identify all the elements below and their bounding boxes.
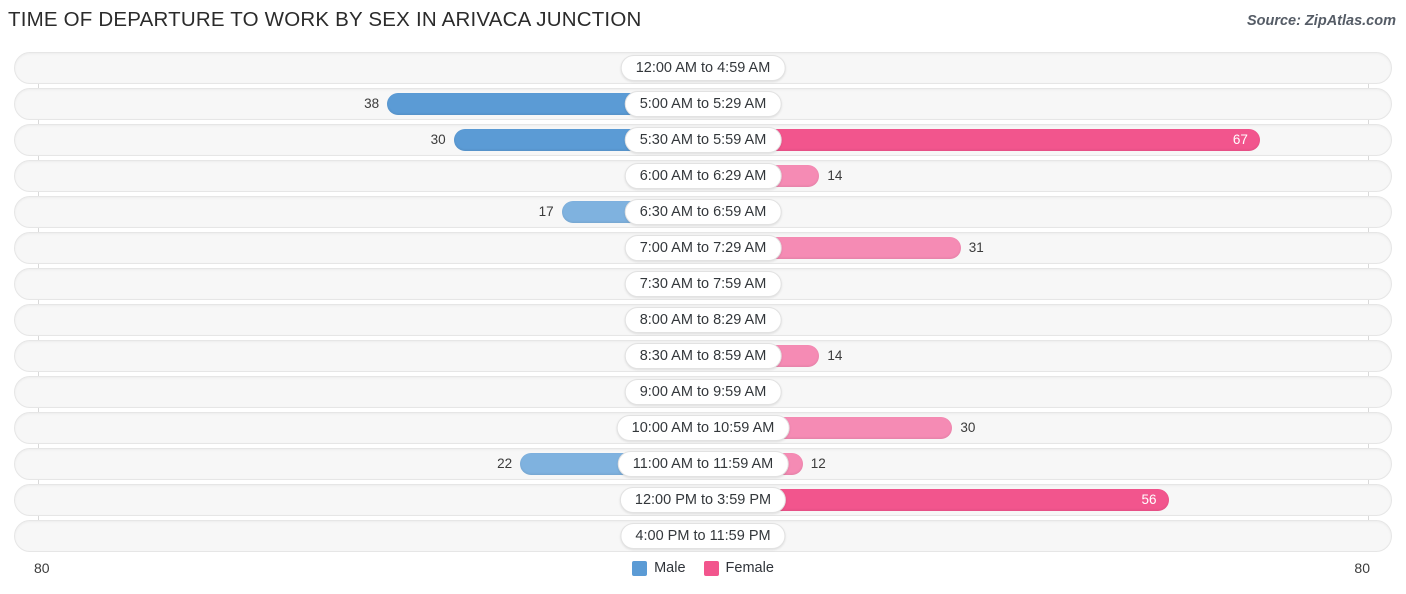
legend-item-male[interactable]: Male [632, 560, 686, 576]
source-attribution: Source: ZipAtlas.com [1246, 13, 1396, 29]
category-label: 5:30 AM to 5:59 AM [624, 127, 782, 153]
legend-label: Male [654, 560, 686, 576]
legend-item-female[interactable]: Female [703, 560, 774, 576]
category-label: 4:00 PM to 11:59 PM [620, 523, 786, 549]
legend-swatch-icon [632, 560, 648, 576]
chart-plot-area: 0012:00 AM to 4:59 AM 3815:00 AM to 5:29 … [8, 52, 1398, 552]
category-label: 7:30 AM to 7:59 AM [624, 271, 782, 297]
chart-row: 22 12 11:00 AM to 11:59 AM [8, 448, 1398, 480]
category-label: 6:30 AM to 6:59 AM [624, 199, 782, 225]
category-label: 6:00 AM to 6:29 AM [624, 163, 782, 189]
page-title: TIME OF DEPARTURE TO WORK BY SEX IN ARIV… [8, 8, 642, 31]
category-label: 9:00 AM to 9:59 AM [624, 379, 782, 405]
bar-value-female: 14 [827, 168, 843, 183]
legend-label: Female [725, 560, 774, 576]
category-label: 7:00 AM to 7:29 AM [624, 235, 782, 261]
chart-row: 008:00 AM to 8:29 AM [8, 304, 1398, 336]
category-label: 12:00 PM to 3:59 PM [619, 487, 787, 513]
bar-value-male: 17 [538, 204, 554, 219]
chart-row: 0148:30 AM to 8:59 AM [8, 340, 1398, 372]
bar-rows-container: 0012:00 AM to 4:59 AM 3815:00 AM to 5:29 … [8, 52, 1398, 552]
category-label: 8:00 AM to 8:29 AM [624, 307, 782, 333]
chart-row: 3815:00 AM to 5:29 AM [8, 88, 1398, 120]
bar-value-male: 30 [430, 132, 446, 147]
chart-row: 05612:00 PM to 3:59 PM [8, 484, 1398, 516]
bar-value-female: 30 [960, 420, 976, 435]
bar-value-female: 12 [810, 456, 826, 471]
category-label: 8:30 AM to 8:59 AM [624, 343, 782, 369]
chart-row: 0317:00 AM to 7:29 AM [8, 232, 1398, 264]
category-label: 5:00 AM to 5:29 AM [624, 91, 782, 117]
chart-row: 0012:00 AM to 4:59 AM [8, 52, 1398, 84]
chart-row: 004:00 PM to 11:59 PM [8, 520, 1398, 552]
chart-row: 009:00 AM to 9:59 AM [8, 376, 1398, 408]
bar-value-female: 14 [827, 348, 843, 363]
legend-swatch-icon [703, 560, 719, 576]
chart-page: TIME OF DEPARTURE TO WORK BY SEX IN ARIV… [0, 0, 1406, 594]
category-label: 11:00 AM to 11:59 AM [617, 451, 789, 477]
chart-row: 007:30 AM to 7:59 AM [8, 268, 1398, 300]
category-label: 10:00 AM to 10:59 AM [616, 415, 790, 441]
bar-female: 67 [703, 129, 1260, 151]
bar-value-female: 56 [1141, 492, 1157, 507]
chart-footer: 80 80 Male Female [8, 556, 1398, 588]
bar-value-male: 38 [364, 96, 380, 111]
chart-header: TIME OF DEPARTURE TO WORK BY SEX IN ARIV… [0, 0, 1406, 42]
chart-row: 0146:00 AM to 6:29 AM [8, 160, 1398, 192]
bar-value-female: 67 [1232, 132, 1248, 147]
chart-row: 03010:00 AM to 10:59 AM [8, 412, 1398, 444]
bar-value-female: 31 [968, 240, 984, 255]
category-label: 12:00 AM to 4:59 AM [620, 55, 786, 81]
chart-row: 1706:30 AM to 6:59 AM [8, 196, 1398, 228]
chart-legend: Male Female [8, 560, 1398, 576]
bar-value-male: 22 [497, 456, 513, 471]
chart-row: 30 67 5:30 AM to 5:59 AM [8, 124, 1398, 156]
